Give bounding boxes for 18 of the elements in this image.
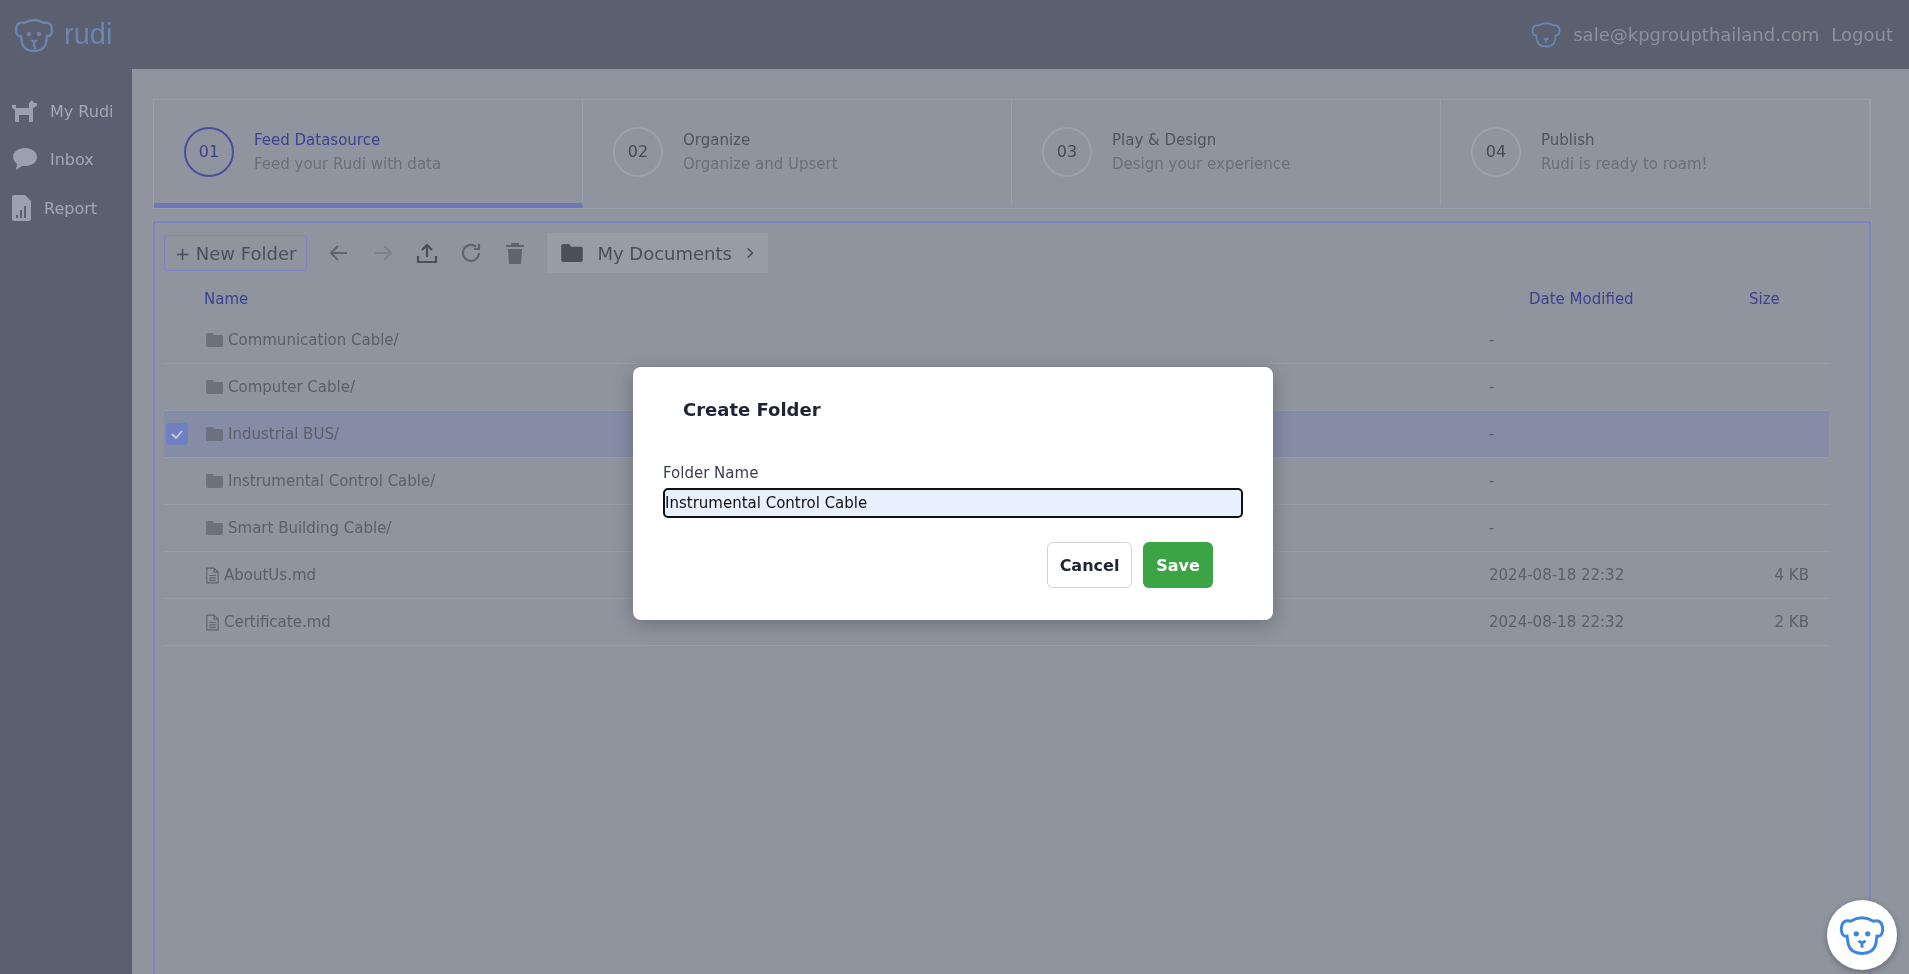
file-name: Industrial BUS/ (228, 425, 339, 443)
date-cell-text: - (1489, 472, 1496, 490)
step-title: Play & Design (1112, 130, 1218, 149)
field-label: Folder Name (663, 464, 760, 482)
dialog-title: Create Folder (682, 399, 822, 420)
step-title: Feed Datasource (254, 130, 382, 149)
step-number: 04 (1471, 126, 1521, 177)
breadcrumb-label: My Documents (597, 242, 732, 264)
date-cell-text: - (1489, 378, 1496, 396)
date-cell-text: - (1489, 331, 1496, 349)
step-title: Organize (683, 130, 752, 149)
date-cell-text: - (1489, 425, 1496, 443)
step-number: 02 (613, 126, 663, 177)
step-number: 03 (1042, 126, 1092, 177)
step-title: Publish (1541, 130, 1596, 149)
step-number: 01 (184, 126, 234, 177)
date-cell-text: - (1489, 519, 1496, 537)
logo-text: rudi (64, 18, 113, 51)
